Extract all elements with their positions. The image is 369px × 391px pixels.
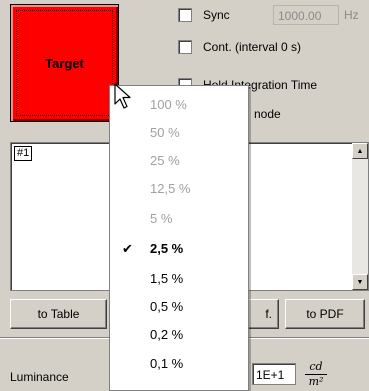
- sync-unit-label: Hz: [344, 8, 359, 22]
- menu-item-12-5[interactable]: 12,5 %: [110, 177, 248, 201]
- mode-checkbox-row[interactable]: node: [244, 105, 281, 123]
- to-pdf-button[interactable]: to PDF: [285, 299, 365, 329]
- percentage-dropdown-menu[interactable]: 100 % 50 % 25 % 12,5 % 5 % ✔ 2,5 % 1,5 %…: [109, 85, 249, 391]
- luminance-unit: cd m²: [305, 361, 327, 388]
- sync-checkbox[interactable]: [178, 8, 192, 22]
- measurement-tag: #1: [14, 146, 33, 161]
- check-icon: ✔: [122, 241, 133, 256]
- sync-checkbox-row[interactable]: Sync: [178, 6, 230, 24]
- menu-item-25[interactable]: 25 %: [110, 149, 248, 173]
- scroll-down-icon[interactable]: ▼: [352, 274, 368, 290]
- unit-numerator: cd: [305, 361, 327, 375]
- menu-item-50[interactable]: 50 %: [110, 121, 248, 145]
- to-table-label: to Table: [37, 307, 80, 321]
- scroll-up-icon[interactable]: ▲: [352, 143, 368, 159]
- menu-item-2-5[interactable]: ✔ 2,5 %: [110, 237, 248, 261]
- menu-item-1-5[interactable]: 1,5 %: [110, 267, 248, 291]
- mouse-cursor-icon: [114, 83, 131, 109]
- sync-label: Sync: [203, 8, 230, 22]
- to-table-button[interactable]: to Table: [10, 299, 107, 329]
- menu-item-0-2[interactable]: 0,2 %: [110, 323, 248, 347]
- f-button-label: f.: [265, 307, 272, 321]
- mode-label: node: [254, 107, 281, 121]
- menu-item-0-1[interactable]: 0,1 %: [110, 352, 248, 376]
- luminance-label: Luminance: [10, 370, 69, 384]
- to-pdf-label: to PDF: [306, 307, 344, 321]
- continuous-checkbox[interactable]: [178, 40, 192, 54]
- target-button[interactable]: Target: [10, 4, 119, 122]
- target-button-label: Target: [45, 55, 84, 71]
- unit-denominator: m²: [308, 375, 324, 388]
- continuous-label: Cont. (interval 0 s): [203, 40, 302, 54]
- luminance-value-field[interactable]: 1E+1: [252, 363, 296, 385]
- continuous-checkbox-row[interactable]: Cont. (interval 0 s): [178, 38, 301, 56]
- sync-frequency-field: 1000.00: [273, 5, 339, 25]
- vertical-scrollbar[interactable]: ▲ ▼: [352, 143, 368, 290]
- menu-item-5[interactable]: 5 %: [110, 207, 248, 231]
- menu-item-0-5[interactable]: 0,5 %: [110, 295, 248, 319]
